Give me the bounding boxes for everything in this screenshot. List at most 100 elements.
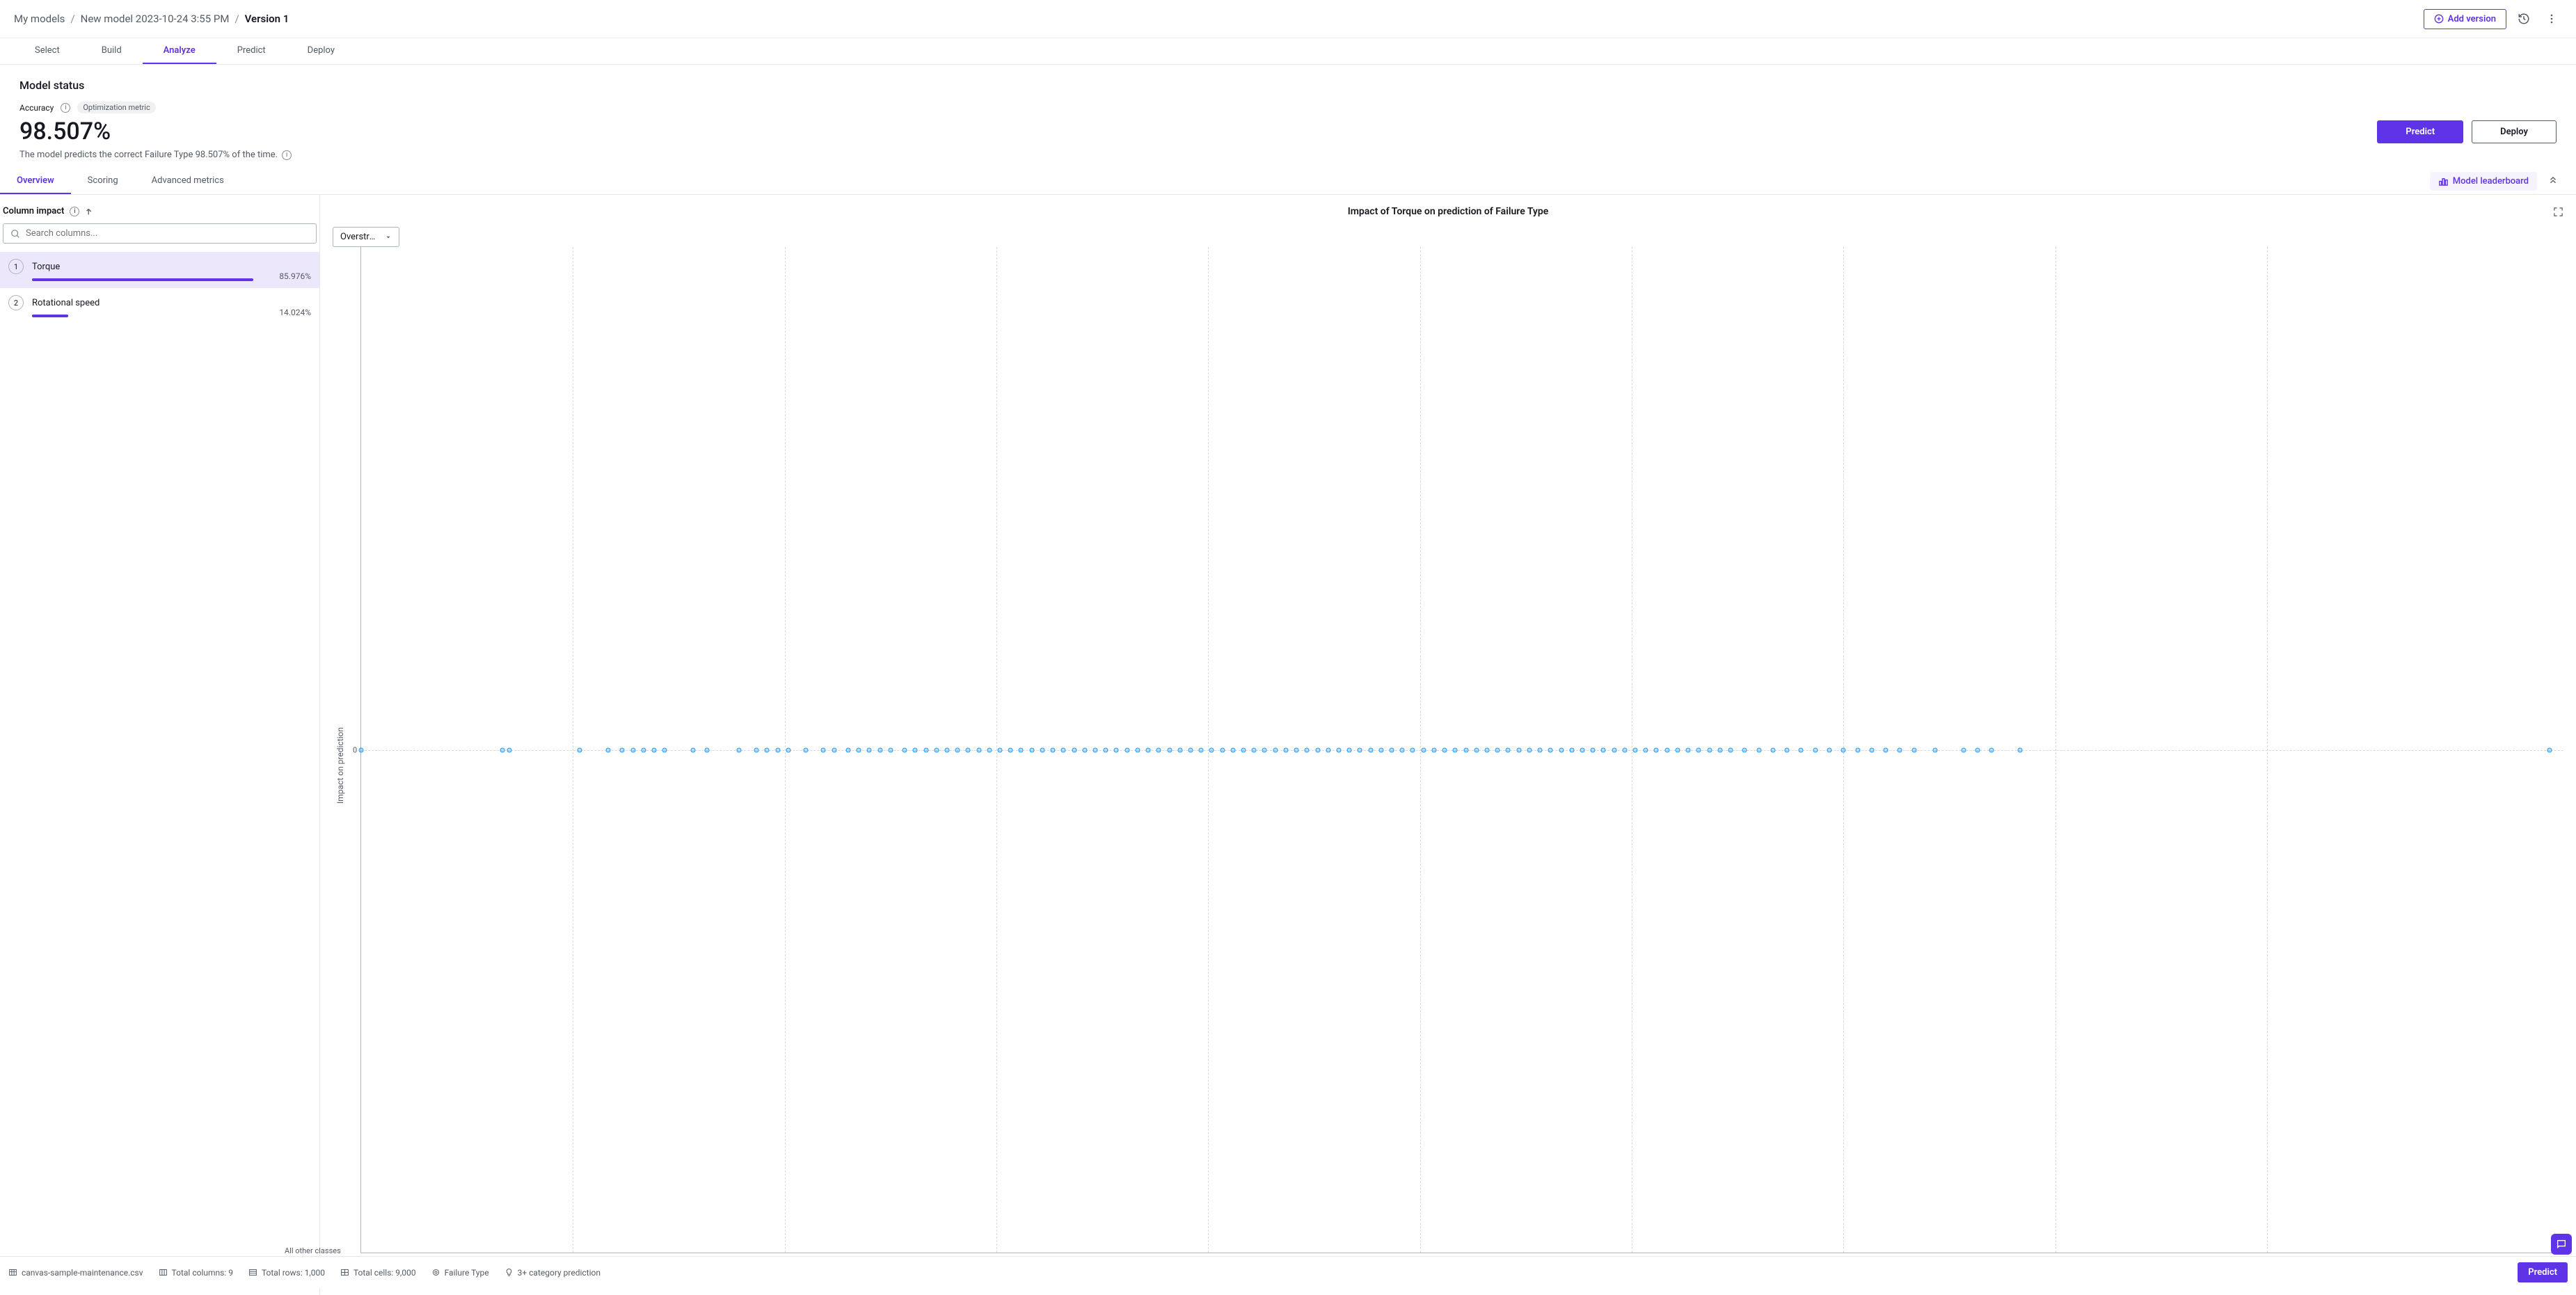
impact-item[interactable]: 2Rotational speed14.024% (0, 288, 319, 324)
more-icon[interactable] (2541, 8, 2562, 29)
tab-deploy[interactable]: Deploy (287, 38, 356, 64)
data-point (1315, 747, 1320, 752)
info-icon[interactable]: i (61, 103, 70, 113)
data-point (1506, 747, 1511, 752)
leaderboard-icon (2438, 176, 2449, 186)
data-point (1785, 747, 1790, 752)
footer-file[interactable]: canvas-sample-maintenance.csv (8, 1268, 143, 1278)
data-point (1092, 747, 1097, 752)
data-point (1135, 747, 1140, 752)
accuracy-value: 98.507% (19, 118, 111, 145)
data-point (1898, 747, 1902, 752)
footer: canvas-sample-maintenance.csv Total colu… (0, 1256, 2576, 1288)
data-point (1326, 747, 1330, 752)
model-leaderboard-button[interactable]: Model leaderboard (2430, 172, 2537, 191)
data-point (1622, 747, 1627, 752)
leaderboard-label: Model leaderboard (2453, 176, 2529, 186)
data-point (1019, 747, 1024, 752)
tab-predict[interactable]: Predict (216, 38, 287, 64)
header-actions: Add version (2424, 8, 2562, 29)
search-columns-input[interactable] (3, 223, 317, 244)
search-icon (10, 229, 20, 239)
chat-fab[interactable] (2551, 1234, 2572, 1255)
data-point (1400, 747, 1405, 752)
chat-icon (2556, 1239, 2567, 1250)
data-point (1644, 747, 1648, 752)
scatter-plot[interactable]: 0 All other classes (360, 247, 2563, 1253)
ytick: 0 (353, 745, 357, 754)
data-point (705, 747, 710, 752)
info-icon[interactable]: i (282, 150, 292, 160)
accuracy-label: Accuracy (19, 103, 54, 113)
class-dropdown[interactable]: Overstrain F… (333, 227, 399, 247)
accuracy-description: The model predicts the correct Failure T… (19, 150, 278, 160)
data-point (1072, 747, 1076, 752)
data-point (1188, 747, 1193, 752)
data-point (1421, 747, 1426, 752)
data-point (998, 747, 1003, 752)
data-point (1252, 747, 1257, 752)
sort-icon[interactable] (85, 207, 95, 216)
data-point (1869, 747, 1874, 752)
data-point (1756, 747, 1761, 752)
data-point (857, 747, 861, 752)
data-point (987, 747, 992, 752)
data-point (500, 747, 504, 752)
data-point (1294, 747, 1299, 752)
expand-icon[interactable] (2553, 207, 2563, 217)
data-point (1390, 747, 1394, 752)
target-icon (431, 1268, 440, 1277)
history-icon[interactable] (2513, 8, 2534, 29)
breadcrumb-sep: / (234, 13, 239, 25)
column-impact-title: Column impact (3, 206, 64, 216)
deploy-button[interactable]: Deploy (2472, 120, 2557, 143)
data-point (1527, 747, 1532, 752)
predict-button[interactable]: Predict (2377, 120, 2463, 143)
data-point (1241, 747, 1246, 752)
footer-cols: Total columns: 9 (159, 1268, 233, 1278)
impact-item[interactable]: 1Torque85.976% (0, 252, 319, 288)
data-point (578, 747, 582, 752)
status-heading: Model status (19, 79, 2557, 92)
data-point (877, 747, 882, 752)
tab-select[interactable]: Select (14, 38, 81, 64)
data-point (1358, 747, 1362, 752)
data-point (1410, 747, 1415, 752)
data-point (1548, 747, 1553, 752)
add-version-button[interactable]: Add version (2424, 9, 2506, 29)
data-point (1989, 747, 1994, 752)
impact-name: Rotational speed (32, 298, 100, 308)
data-point (1664, 747, 1669, 752)
data-point (754, 747, 759, 752)
columns-icon (159, 1268, 168, 1277)
data-point (845, 747, 850, 752)
subtab-overview[interactable]: Overview (0, 168, 71, 194)
data-point (1283, 747, 1288, 752)
table-icon (8, 1268, 17, 1277)
data-point (1612, 747, 1616, 752)
data-point (736, 747, 741, 752)
impact-bar (32, 278, 253, 281)
tab-build[interactable]: Build (81, 38, 143, 64)
chart-ylabel: Impact on prediction (333, 247, 348, 1284)
subtab-scoring[interactable]: Scoring (71, 168, 135, 194)
legend-all-other: All other classes (285, 1246, 341, 1255)
plus-circle-icon (2434, 14, 2444, 24)
data-point (1813, 747, 1818, 752)
tab-analyze[interactable]: Analyze (143, 38, 216, 64)
data-point (1742, 747, 1747, 752)
subtab-advanced[interactable]: Advanced metrics (135, 168, 241, 194)
footer-predict-button[interactable]: Predict (2518, 1262, 2568, 1282)
breadcrumb-model[interactable]: New model 2023-10-24 3:55 PM (81, 13, 230, 25)
breadcrumb-root[interactable]: My models (14, 13, 65, 25)
footer-target: Failure Type (431, 1268, 489, 1278)
collapse-icon[interactable] (2543, 171, 2563, 192)
data-point (606, 747, 611, 752)
data-point (821, 747, 826, 752)
search-columns-field[interactable] (26, 228, 309, 239)
data-point (1485, 747, 1490, 752)
data-point (1008, 747, 1013, 752)
data-point (1029, 747, 1034, 752)
data-point (1770, 747, 1775, 752)
info-icon[interactable]: i (70, 207, 79, 216)
